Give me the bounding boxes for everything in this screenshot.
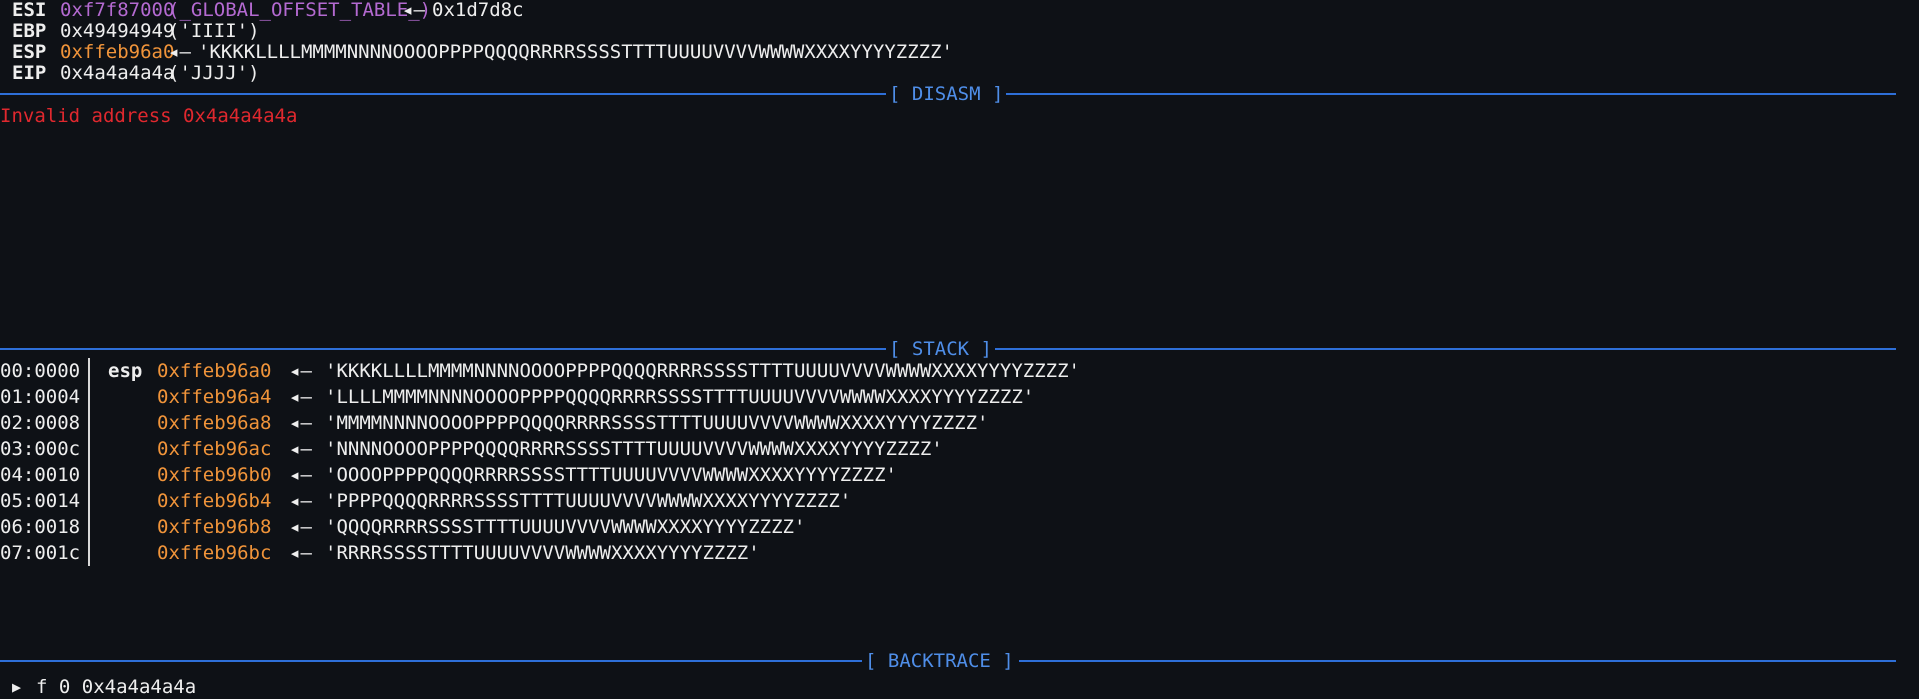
pointer-arrow: ◂—	[289, 516, 312, 538]
stack-row: 05:0014 0xffeb96b4 ◂— 'PPPPQQQQRRRRSSSST…	[0, 488, 1200, 514]
stack-offset: 06:0018	[0, 516, 81, 538]
stack-row: 06:0018 0xffeb96b8 ◂— 'QQQQRRRRSSSSTTTTU…	[0, 514, 1200, 540]
pointer-arrow: ◂—	[289, 386, 312, 408]
stack-value: 'RRRRSSSSTTTTUUUUVVVVWWWWXXXXYYYYZZZZ'	[325, 542, 760, 564]
stack-row: 00:0000 esp 0xffeb96a0 ◂— 'KKKKLLLLMMMMN…	[0, 358, 1200, 384]
stack-divider	[88, 514, 90, 540]
stack-row: 02:0008 0xffeb96a8 ◂— 'MMMMNNNNOOOOPPPPQ…	[0, 410, 1200, 436]
stack-divider	[88, 540, 90, 566]
stack-address: 0xffeb96a8	[157, 412, 272, 434]
stack-row: 04:0010 0xffeb96b0 ◂— 'OOOOPPPPQQQQRRRRS…	[0, 462, 1200, 488]
stack-offset: 05:0014	[0, 490, 81, 512]
separator-line	[1019, 660, 1896, 662]
pointer-arrow: ◂—	[402, 0, 425, 21]
stack-address: 0xffeb96b4	[157, 490, 272, 512]
separator-line	[995, 348, 1896, 350]
stack-address: 0xffeb96bc	[157, 542, 272, 564]
pointer-arrow: ◂—	[289, 438, 312, 460]
stack-offset: 07:001c	[0, 542, 81, 564]
stack-offset: 00:0000	[0, 360, 81, 382]
stack-value: 'NNNNOOOOPPPPQQQQRRRRSSSSTTTTUUUUVVVVWWW…	[325, 438, 943, 460]
stack-register-label: esp	[108, 360, 143, 382]
stack-divider	[88, 410, 90, 436]
stack-offset: 04:0010	[0, 464, 81, 486]
stack-divider	[88, 462, 90, 488]
pointer-arrow: ◂—	[289, 464, 312, 486]
stack-value: 'QQQQRRRRSSSSTTTTUUUUVVVVWWWWXXXXYYYYZZZ…	[325, 516, 806, 538]
separator-line	[1006, 93, 1896, 95]
stack-address: 0xffeb96ac	[157, 438, 272, 460]
stack-row: 01:0004 0xffeb96a4 ◂— 'LLLLMMMMNNNNOOOOP…	[0, 384, 1200, 410]
stack-divider	[88, 436, 90, 462]
pointer-arrow: ◂—	[289, 490, 312, 512]
separator-line	[0, 348, 886, 350]
separator-line	[0, 93, 886, 95]
stack-offset: 01:0004	[0, 386, 81, 408]
register-target: 0x1d7d8c	[432, 0, 524, 21]
stack-row: 03:000c 0xffeb96ac ◂— 'NNNNOOOOPPPPQQQQR…	[0, 436, 1200, 462]
register-target: 'KKKKLLLLMMMMNNNNOOOOPPPPQQQQRRRRSSSSTTT…	[198, 41, 953, 63]
stack-divider	[88, 488, 90, 514]
stack-offset: 03:000c	[0, 438, 81, 460]
stack-address: 0xffeb96b0	[157, 464, 272, 486]
pointer-arrow: ◂—	[289, 542, 312, 564]
current-frame-marker-icon: ▶	[12, 678, 22, 696]
stack-divider	[88, 384, 90, 410]
stack-address: 0xffeb96b8	[157, 516, 272, 538]
pointer-arrow: ◂—	[289, 360, 312, 382]
stack-value: 'MMMMNNNNOOOOPPPPQQQQRRRRSSSSTTTTUUUUVVV…	[325, 412, 989, 434]
backtrace-frame-text: f 0 0x4a4a4a4a	[36, 676, 197, 698]
stack-offset: 02:0008	[0, 412, 81, 434]
stack-row: 07:001c 0xffeb96bc ◂— 'RRRRSSSSTTTTUUUUV…	[0, 540, 1200, 566]
stack-address: 0xffeb96a0	[157, 360, 272, 382]
stack-value: 'OOOOPPPPQQQQRRRRSSSSTTTTUUUUVVVVWWWWXXX…	[325, 464, 897, 486]
stack-value: 'LLLLMMMMNNNNOOOOPPPPQQQQRRRRSSSSTTTTUUU…	[325, 386, 1035, 408]
stack-value: 'PPPPQQQQRRRRSSSSTTTTUUUUVVVVWWWWXXXXYYY…	[325, 490, 852, 512]
terminal-window: ESI 0xf7f87000 (_GLOBAL_OFFSET_TABLE_) ◂— 0x…	[0, 0, 1919, 699]
backtrace-section-header: [ BACKTRACE ]	[0, 648, 1896, 674]
backtrace-title: [ BACKTRACE ]	[865, 650, 1014, 672]
separator-line	[0, 660, 862, 662]
pointer-arrow: ◂—	[289, 412, 312, 434]
stack-divider	[88, 358, 90, 384]
stack-address: 0xffeb96a4	[157, 386, 272, 408]
disasm-title: [ DISASM ]	[889, 83, 1004, 105]
stack-value: 'KKKKLLLLMMMMNNNNOOOOPPPPQQQQRRRRSSSSTTT…	[325, 360, 1080, 382]
disasm-error-message: Invalid address 0x4a4a4a4a	[0, 105, 298, 127]
